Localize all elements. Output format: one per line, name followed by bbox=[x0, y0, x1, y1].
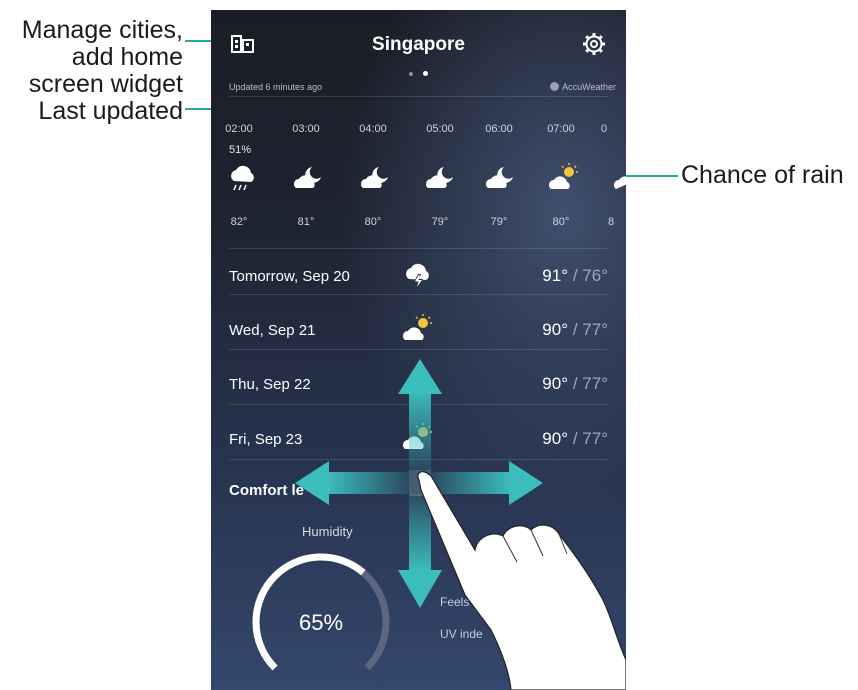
arrow-up-icon bbox=[398, 359, 442, 470]
callout-chance-of-rain: Chance of rain bbox=[681, 161, 844, 189]
arrow-left-icon bbox=[295, 461, 409, 505]
callout-last-updated: Last updated bbox=[38, 97, 183, 125]
callout-manage-line1: Manage cities, bbox=[21, 16, 183, 44]
swipe-arrows-overlay bbox=[295, 359, 626, 690]
callout-manage-line3: screen widget bbox=[28, 70, 183, 98]
callout-manage-cities: Manage cities, add home screen widget La… bbox=[0, 17, 183, 125]
callout-manage-line2: add home bbox=[71, 43, 183, 71]
weather-screen: Singapore Updated 6 minutes ago AccuWeat… bbox=[211, 10, 626, 690]
arrow-right-icon bbox=[431, 461, 543, 505]
hand-icon bbox=[417, 471, 626, 690]
